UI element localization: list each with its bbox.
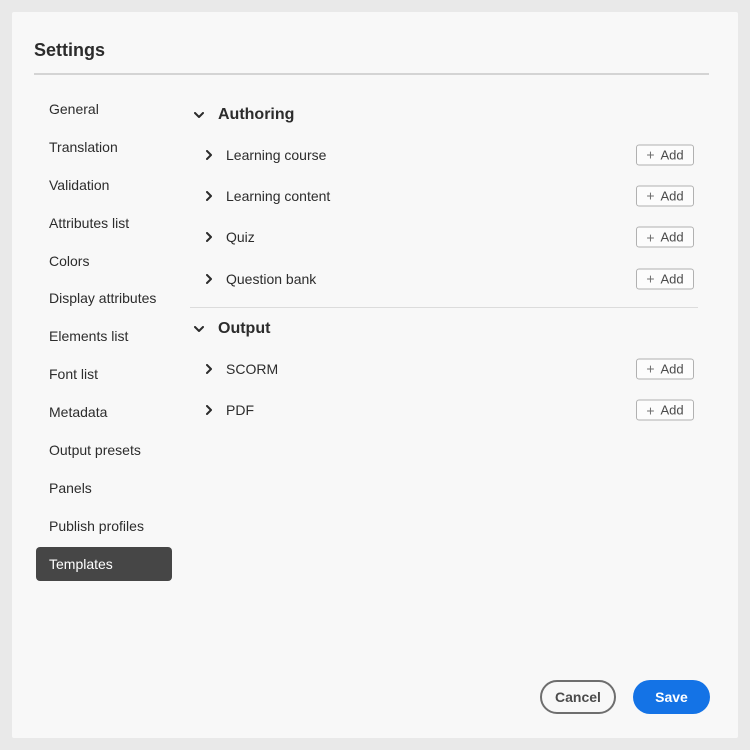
row-label: Learning course xyxy=(226,146,327,163)
chevron-right-icon xyxy=(204,363,214,374)
template-row-pdf[interactable]: PDF + Add xyxy=(180,389,708,430)
chevron-down-icon xyxy=(194,324,204,334)
sidebar-item-label: Colors xyxy=(49,252,90,269)
sidebar-item-label: Validation xyxy=(49,176,110,193)
template-row-question-bank[interactable]: Question bank + Add xyxy=(180,258,708,299)
dialog-title: Settings xyxy=(34,40,106,60)
sidebar-item-validation[interactable]: Validation xyxy=(36,168,172,202)
sidebar-item-elements-list[interactable]: Elements list xyxy=(36,319,172,353)
sidebar-item-label: Metadata xyxy=(49,404,108,421)
template-row-scorm[interactable]: SCORM + Add xyxy=(180,348,708,389)
section-title: Output xyxy=(218,320,271,338)
sidebar-item-translation[interactable]: Translation xyxy=(36,130,172,164)
sidebar-item-font-list[interactable]: Font list xyxy=(36,357,172,391)
plus-icon: + xyxy=(646,229,655,246)
plus-icon: + xyxy=(646,146,655,163)
add-button[interactable]: + Add xyxy=(636,144,694,166)
row-label: Quiz xyxy=(226,229,255,246)
plus-icon: + xyxy=(646,402,655,419)
add-button[interactable]: + Add xyxy=(636,399,694,421)
sidebar-item-templates[interactable]: Templates xyxy=(36,546,172,581)
sidebar-item-label: Translation xyxy=(49,138,118,155)
row-label: Learning content xyxy=(226,187,331,204)
add-button-label: Add xyxy=(660,229,684,245)
sidebar-item-display-attributes[interactable]: Display attributes xyxy=(36,281,172,315)
row-label: SCORM xyxy=(226,360,279,377)
plus-icon: + xyxy=(646,270,655,287)
sidebar-item-label: Font list xyxy=(49,366,99,383)
settings-sidebar: General Translation Validation Attribute… xyxy=(36,92,172,585)
section-authoring: Authoring Learning course + Add Learning… xyxy=(180,100,708,299)
sidebar-item-metadata[interactable]: Metadata xyxy=(36,395,172,429)
row-label: PDF xyxy=(226,402,254,419)
sidebar-item-label: Output presets xyxy=(49,442,141,459)
sidebar-item-label: Panels xyxy=(49,479,92,496)
chevron-right-icon xyxy=(204,190,214,201)
chevron-down-icon xyxy=(194,110,204,120)
sidebar-item-label: Publish profiles xyxy=(49,517,144,534)
templates-panel: Authoring Learning course + Add Learning… xyxy=(180,100,708,431)
sidebar-item-colors[interactable]: Colors xyxy=(36,244,172,278)
add-button-label: Add xyxy=(660,188,684,204)
plus-icon: + xyxy=(646,187,655,204)
add-button[interactable]: + Add xyxy=(636,185,694,207)
section-output: Output SCORM + Add PDF + Add xyxy=(180,314,708,431)
add-button[interactable]: + Add xyxy=(636,226,694,248)
sidebar-item-attributes-list[interactable]: Attributes list xyxy=(36,206,172,240)
plus-icon: + xyxy=(646,360,655,377)
save-button[interactable]: Save xyxy=(633,680,710,714)
section-title: Authoring xyxy=(218,106,295,123)
section-divider xyxy=(190,307,698,309)
add-button[interactable]: + Add xyxy=(636,358,694,380)
add-button-label: Add xyxy=(660,402,684,418)
chevron-right-icon xyxy=(204,273,214,284)
sidebar-item-panels[interactable]: Panels xyxy=(36,471,172,505)
settings-dialog: Settings General Translation Validation … xyxy=(12,12,738,738)
sidebar-item-label: General xyxy=(49,101,99,117)
sidebar-item-publish-profiles[interactable]: Publish profiles xyxy=(36,509,172,543)
add-button-label: Add xyxy=(660,361,684,377)
add-button-label: Add xyxy=(660,147,684,163)
cancel-button[interactable]: Cancel xyxy=(540,680,616,714)
sidebar-item-general[interactable]: General xyxy=(36,92,172,126)
chevron-right-icon xyxy=(204,149,214,160)
sidebar-item-label: Display attributes xyxy=(49,290,157,307)
add-button-label: Add xyxy=(660,271,684,287)
row-label: Question bank xyxy=(226,270,317,287)
add-button[interactable]: + Add xyxy=(636,268,694,290)
sidebar-item-label: Attributes list xyxy=(49,214,130,231)
title-divider xyxy=(34,73,709,75)
chevron-right-icon xyxy=(204,405,214,416)
sidebar-item-label: Elements list xyxy=(49,328,129,345)
template-row-quiz[interactable]: Quiz + Add xyxy=(180,217,708,258)
sidebar-item-label: Templates xyxy=(49,555,113,572)
chevron-right-icon xyxy=(204,232,214,243)
template-row-learning-content[interactable]: Learning content + Add xyxy=(180,175,708,216)
section-header-authoring[interactable]: Authoring xyxy=(180,100,708,130)
section-header-output[interactable]: Output xyxy=(180,314,708,344)
sidebar-item-output-presets[interactable]: Output presets xyxy=(36,433,172,467)
template-row-learning-course[interactable]: Learning course + Add xyxy=(180,134,708,175)
